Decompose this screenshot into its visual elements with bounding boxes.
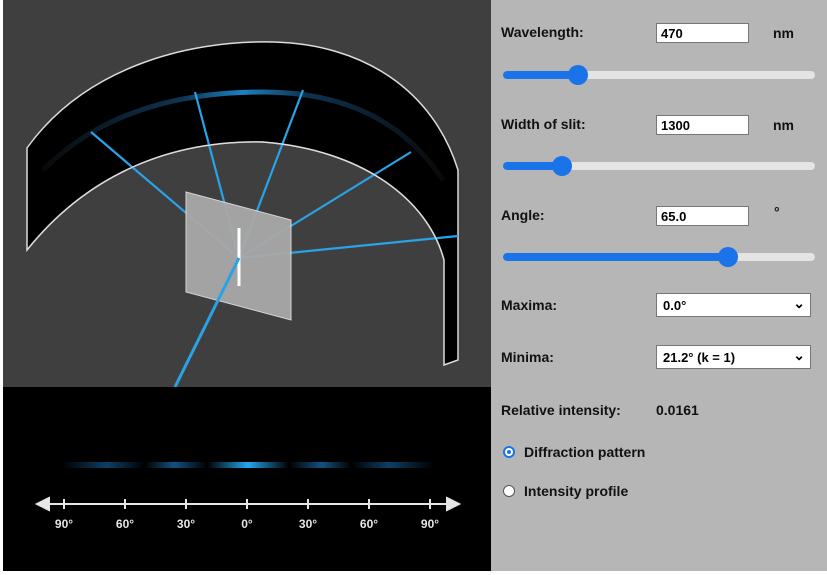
pattern-illustration: 90° 60° 30° 0° 30° 60° 90° xyxy=(34,462,462,531)
angle-unit: ° xyxy=(774,204,780,220)
chevron-down-icon: ⌄ xyxy=(793,295,805,311)
slit-width-unit: nm xyxy=(773,117,794,133)
tick-label: 0° xyxy=(241,517,253,531)
minima-selected: 21.2° (k = 1) xyxy=(663,350,736,365)
radio-button-icon[interactable] xyxy=(503,485,515,497)
simulation-view: 90° 60° 30° 0° 30° 60° 90° xyxy=(3,0,491,571)
wavelength-unit: nm xyxy=(773,25,794,41)
slider-thumb[interactable] xyxy=(717,247,738,267)
slit-width-label: Width of slit: xyxy=(501,116,586,132)
slit-width-slider[interactable] xyxy=(503,156,815,176)
radio-diffraction-pattern[interactable]: Diffraction pattern xyxy=(503,444,645,460)
maxima-label: Maxima: xyxy=(501,297,558,313)
tick-label: 30° xyxy=(177,517,195,531)
angle-slider[interactable] xyxy=(503,247,815,267)
maxima-selected: 0.0° xyxy=(663,298,687,313)
control-panel: Wavelength: nm Width of slit: nm Angle: … xyxy=(491,0,827,571)
tick-label: 90° xyxy=(421,517,439,531)
radio-button-icon[interactable] xyxy=(503,446,515,458)
relative-intensity-label: Relative intensity: xyxy=(501,402,621,418)
radio-intensity-profile[interactable]: Intensity profile xyxy=(503,483,628,499)
slider-thumb[interactable] xyxy=(552,156,573,176)
maxima-select[interactable]: 0.0° ⌄ xyxy=(656,293,811,317)
diffraction-scene xyxy=(3,0,491,388)
minima-select[interactable]: 21.2° (k = 1) ⌄ xyxy=(656,345,811,369)
wavelength-input[interactable] xyxy=(656,23,749,43)
tick-label: 90° xyxy=(55,517,73,531)
diffraction-stripe xyxy=(63,462,433,468)
chevron-down-icon: ⌄ xyxy=(793,347,805,363)
slider-fill xyxy=(503,71,578,79)
diffraction-pattern-area: 90° 60° 30° 0° 30° 60° 90° xyxy=(3,387,491,571)
minima-label: Minima: xyxy=(501,349,554,365)
tick-label: 30° xyxy=(299,517,317,531)
angle-input[interactable] xyxy=(656,206,749,226)
wavelength-label: Wavelength: xyxy=(501,24,584,40)
tick-label: 60° xyxy=(360,517,378,531)
relative-intensity-value: 0.0161 xyxy=(656,402,699,418)
scene-illustration xyxy=(26,41,459,388)
app-root: 90° 60° 30° 0° 30° 60° 90° Wavelength: n… xyxy=(0,0,827,575)
radio-label: Diffraction pattern xyxy=(524,444,646,460)
slit-width-input[interactable] xyxy=(656,115,749,135)
angle-label: Angle: xyxy=(501,207,545,223)
tick-label: 60° xyxy=(116,517,134,531)
slider-fill xyxy=(503,253,728,261)
slider-thumb[interactable] xyxy=(567,65,588,85)
wavelength-slider[interactable] xyxy=(503,65,815,85)
radio-label: Intensity profile xyxy=(524,483,629,499)
angle-axis xyxy=(34,496,462,512)
